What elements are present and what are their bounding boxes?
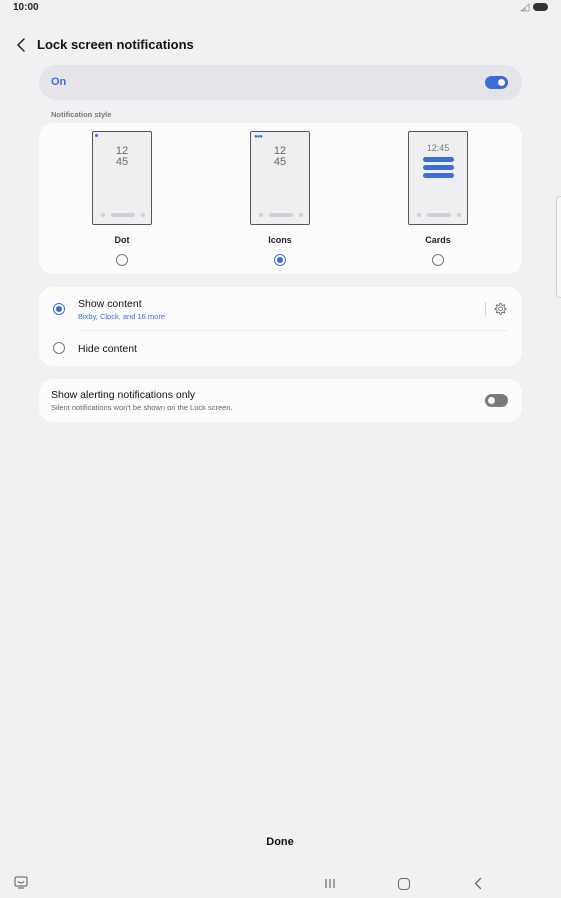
- style-option-dot[interactable]: 12 45 Dot: [82, 131, 162, 271]
- vertical-divider: [485, 302, 486, 316]
- alerting-only-switch[interactable]: [485, 394, 508, 407]
- edge-panel-handle[interactable]: [556, 196, 561, 298]
- dot-radio[interactable]: [116, 254, 128, 266]
- style-option-cards[interactable]: 12:45 Cards: [398, 131, 478, 271]
- preview-clock: 12 45: [115, 145, 129, 168]
- notification-style-card: 12 45 Dot ●●● 12 45 Icons 12:45 Cards: [39, 123, 522, 274]
- master-toggle-row[interactable]: On: [39, 65, 522, 100]
- alerting-only-row[interactable]: Show alerting notifications only Silent …: [39, 379, 522, 422]
- preview-dock: [417, 213, 461, 217]
- gear-icon[interactable]: [493, 302, 507, 316]
- notification-style-label: Notification style: [51, 110, 112, 119]
- preview-dock: [259, 213, 303, 217]
- status-bar: 10:00: [0, 0, 561, 16]
- style-option-label: Cards: [425, 235, 451, 245]
- cards-preview: 12:45: [408, 131, 468, 225]
- done-button[interactable]: Done: [240, 836, 320, 854]
- icons-preview: ●●● 12 45: [250, 131, 310, 225]
- page-title: Lock screen notifications: [37, 37, 194, 52]
- status-time: 10:00: [13, 2, 39, 13]
- notification-card-icon: [423, 165, 454, 170]
- notification-dot-icon: [95, 134, 98, 137]
- notification-icons-icon: ●●●: [254, 134, 263, 140]
- back-icon[interactable]: [472, 877, 484, 890]
- style-option-icons[interactable]: ●●● 12 45 Icons: [240, 131, 320, 271]
- switch-knob: [498, 79, 505, 86]
- preview-clock: 12:45: [426, 143, 450, 153]
- recents-icon[interactable]: [324, 878, 336, 889]
- battery-icon: [533, 3, 548, 11]
- hide-content-radio[interactable]: [53, 342, 65, 354]
- show-content-title: Show content: [78, 298, 142, 310]
- hide-content-title: Hide content: [78, 343, 137, 355]
- switch-knob: [488, 397, 495, 404]
- cards-radio[interactable]: [432, 254, 444, 266]
- keyboard-icon[interactable]: [14, 876, 28, 889]
- alerting-only-subtitle: Silent notifications won't be shown on t…: [51, 403, 233, 412]
- style-option-label: Dot: [114, 235, 130, 245]
- notification-card-icon: [423, 157, 454, 162]
- content-visibility-card: Show content Bixby, Clock, and 16 more H…: [39, 287, 522, 366]
- show-content-subtitle: Bixby, Clock, and 16 more: [78, 312, 165, 321]
- show-content-radio[interactable]: [53, 303, 65, 315]
- home-icon[interactable]: [398, 878, 410, 890]
- alerting-only-title: Show alerting notifications only: [51, 389, 196, 401]
- icons-radio[interactable]: [274, 254, 286, 266]
- row-divider: [78, 330, 508, 331]
- notification-card-icon: [423, 173, 454, 178]
- master-toggle-label: On: [51, 76, 67, 88]
- master-switch[interactable]: [485, 76, 508, 89]
- style-option-label: Icons: [268, 235, 292, 245]
- preview-clock: 12 45: [273, 145, 287, 168]
- preview-dock: [101, 213, 145, 217]
- back-arrow-icon[interactable]: [14, 37, 30, 53]
- dot-preview: 12 45: [92, 131, 152, 225]
- signal-icon: [520, 3, 530, 12]
